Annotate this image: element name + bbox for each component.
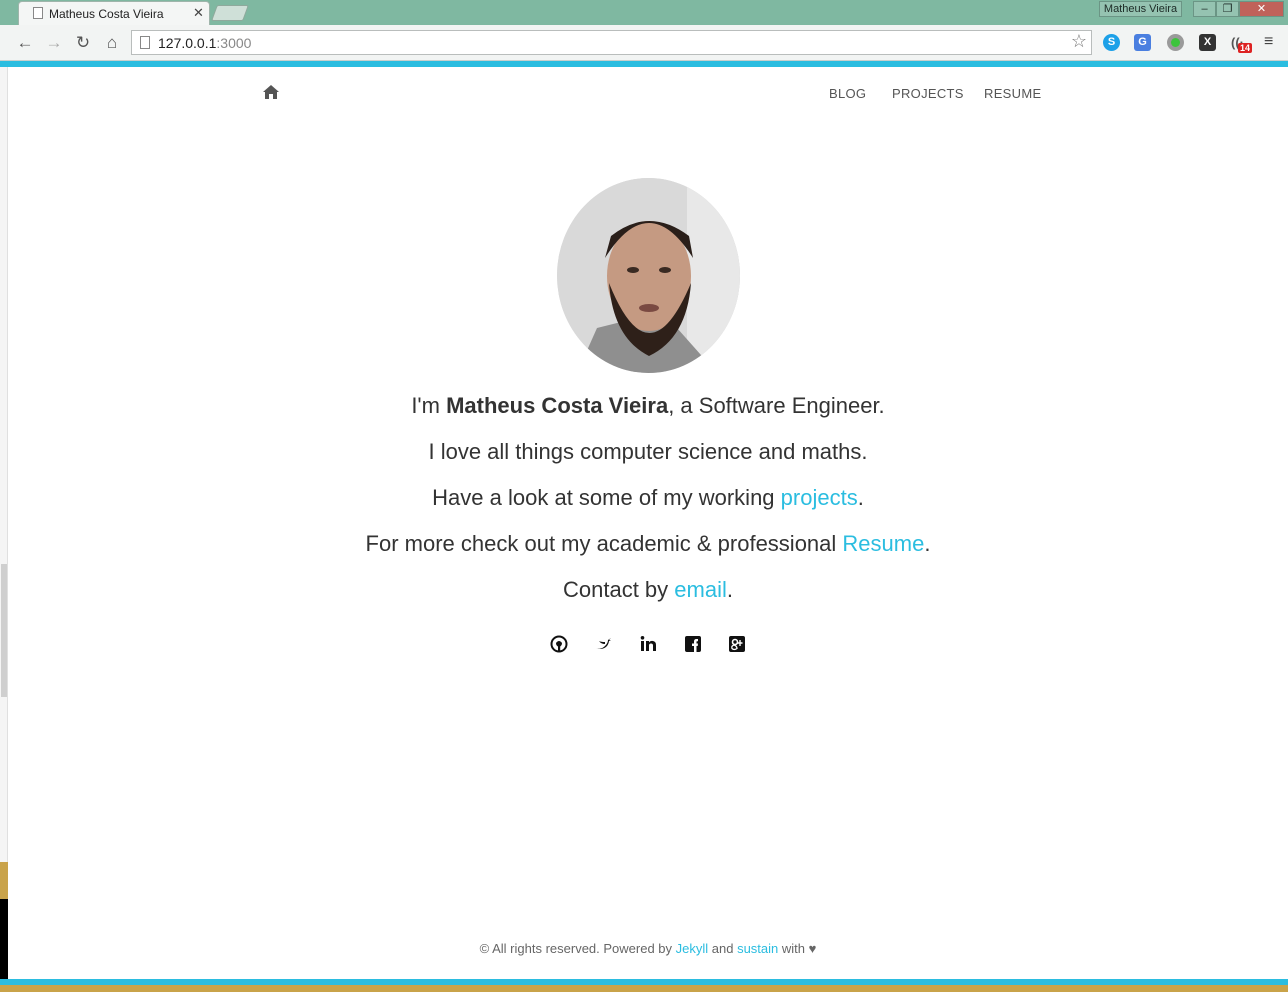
intro-line: I'm Matheus Costa Vieira, a Software Eng… xyxy=(411,393,885,418)
page-icon xyxy=(140,36,150,49)
menu-icon[interactable]: ≡ xyxy=(1264,33,1273,51)
minimize-button[interactable]: – xyxy=(1193,1,1216,17)
interests-line: I love all things computer science and m… xyxy=(428,439,868,464)
profile-button[interactable]: Matheus Vieira xyxy=(1099,1,1182,17)
top-accent-bar xyxy=(0,61,1288,67)
translate-icon[interactable]: G xyxy=(1134,34,1151,51)
nav-resume[interactable]: RESUME xyxy=(984,86,1041,101)
left-window-edge xyxy=(0,67,8,979)
linkedin-icon[interactable] xyxy=(640,635,658,653)
resume-line: For more check out my academic & profess… xyxy=(365,531,931,556)
notification-badge: 14 xyxy=(1238,43,1253,53)
tab-title: Matheus Costa Vieira xyxy=(49,7,164,21)
extension-green-dot-icon[interactable] xyxy=(1167,34,1184,51)
browser-toolbar: ← → ↻ ⌂ 127.0.0.1:3000 ☆ S G X ((· 14 ≡ xyxy=(0,25,1288,61)
signal-extension-icon[interactable]: ((· 14 xyxy=(1229,34,1253,53)
footer: © All rights reserved. Powered by Jekyll… xyxy=(479,941,817,956)
projects-link[interactable]: projects xyxy=(781,485,858,510)
nav-projects[interactable]: PROJECTS xyxy=(892,86,964,101)
tab-active[interactable]: Matheus Costa Vieira ✕ xyxy=(18,1,210,25)
tab-strip: Matheus Costa Vieira ✕ Matheus Vieira – … xyxy=(0,0,1288,25)
contact-line: Contact by email. xyxy=(563,577,733,602)
close-icon[interactable]: ✕ xyxy=(193,5,204,21)
resume-link[interactable]: Resume xyxy=(842,531,924,556)
nav-blog[interactable]: BLOG xyxy=(829,86,866,101)
author-name: Matheus Costa Vieira xyxy=(446,393,669,418)
x-extension-icon[interactable]: X xyxy=(1199,34,1216,51)
google-plus-icon[interactable] xyxy=(728,635,746,653)
github-icon[interactable] xyxy=(550,635,568,653)
avatar xyxy=(557,178,740,373)
desktop-edge-dark xyxy=(0,899,8,979)
skype-icon[interactable]: S xyxy=(1103,34,1120,51)
jekyll-link[interactable]: Jekyll xyxy=(676,941,709,956)
os-taskbar xyxy=(0,985,1288,992)
reload-icon[interactable]: ↻ xyxy=(72,32,94,54)
restore-button[interactable]: ❐ xyxy=(1216,1,1239,17)
url-text: 127.0.0.1:3000 xyxy=(158,35,252,51)
home-icon[interactable] xyxy=(262,84,280,100)
back-icon[interactable]: ← xyxy=(14,32,36,54)
projects-line: Have a look at some of my working projec… xyxy=(432,485,864,510)
sustain-link[interactable]: sustain xyxy=(737,941,778,956)
twitter-icon[interactable] xyxy=(595,635,613,653)
facebook-icon[interactable] xyxy=(684,635,702,653)
bookmark-star-icon[interactable]: ☆ xyxy=(1071,31,1087,52)
new-tab-button[interactable] xyxy=(211,5,249,21)
desktop-edge xyxy=(0,862,8,899)
address-bar[interactable]: 127.0.0.1:3000 ☆ xyxy=(131,30,1092,55)
window-close-button[interactable]: ✕ xyxy=(1239,1,1284,17)
home-button-icon[interactable]: ⌂ xyxy=(101,32,123,54)
page-icon xyxy=(33,7,43,19)
forward-icon[interactable]: → xyxy=(43,32,65,54)
email-link[interactable]: email xyxy=(674,577,727,602)
